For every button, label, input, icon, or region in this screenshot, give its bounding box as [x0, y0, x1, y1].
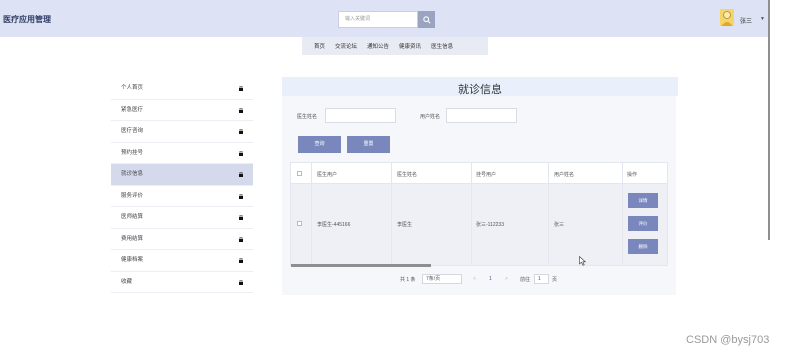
lock-icon — [239, 215, 243, 220]
sidebar-item-doctor-settlement[interactable]: 医师结算 — [111, 207, 253, 229]
nav-item-home[interactable]: 首页 — [314, 42, 325, 50]
sidebar: 个人首页 紧急医疗 医疗咨询 预约挂号 就诊信息 服务评价 医师结算 费用结算 … — [111, 78, 253, 293]
delete-button[interactable]: 删除 — [628, 239, 658, 254]
search-button[interactable] — [418, 11, 435, 28]
nav-item-doctor-info[interactable]: 医生信息 — [431, 42, 453, 50]
lock-icon — [239, 150, 243, 156]
review-button[interactable]: 评价 — [628, 216, 658, 231]
detail-button[interactable]: 详情 — [628, 193, 658, 208]
pager-goto-label: 前往 — [520, 277, 531, 283]
table-header: 医生用户 医生姓名 挂号用户 用户姓名 操作 — [290, 162, 668, 184]
pager-page-suffix: 页 — [552, 277, 558, 283]
pager-next[interactable]: > — [505, 276, 508, 282]
table-horizontal-scrollbar[interactable] — [291, 264, 431, 267]
sidebar-item-consultation[interactable]: 医疗咨询 — [111, 121, 253, 143]
reset-button[interactable]: 重置 — [347, 136, 390, 153]
sidebar-item-label: 费用结算 — [121, 235, 144, 242]
username[interactable]: 张三 — [740, 16, 752, 25]
lock-icon — [239, 279, 243, 285]
page-title: 就诊信息 — [458, 84, 502, 96]
sidebar-item-personal-home[interactable]: 个人首页 — [111, 78, 253, 100]
main-nav: 首页 交流论坛 通知公告 健康资讯 医生信息 — [302, 37, 488, 55]
pager-prev[interactable]: < — [473, 276, 476, 282]
lock-icon — [239, 172, 243, 177]
sidebar-item-label: 预约挂号 — [121, 149, 144, 156]
scrollbar[interactable] — [768, 0, 770, 240]
sidebar-item-label: 就诊信息 — [121, 171, 144, 177]
column-header: 医生姓名 — [397, 172, 418, 178]
user-name-label: 用户姓名 — [420, 114, 441, 120]
mouse-cursor-icon — [579, 256, 586, 266]
pager-total: 共 1 条 — [400, 277, 416, 283]
select-all-checkbox[interactable] — [297, 171, 302, 176]
cell-register-user: 张三-112233 — [476, 222, 504, 228]
sidebar-item-appointment[interactable]: 预约挂号 — [111, 143, 253, 164]
table-row: 李医生-445166 李医生 张三-112233 张三 详情 评价 删除 — [290, 184, 668, 266]
doctor-name-label: 医生姓名 — [297, 114, 318, 120]
sidebar-item-label: 收藏 — [121, 278, 133, 285]
column-header: 医生用户 — [317, 172, 338, 178]
column-header: 挂号用户 — [476, 172, 497, 178]
column-header: 用户姓名 — [554, 172, 575, 178]
sidebar-item-label: 紧急医疗 — [121, 106, 144, 113]
sidebar-item-label: 医疗咨询 — [121, 128, 144, 134]
app-title: 医疗应用管理 — [3, 15, 51, 24]
cell-doctor-name: 李医生 — [397, 222, 413, 228]
lock-icon — [239, 236, 243, 242]
lock-icon — [239, 107, 243, 113]
lock-icon — [239, 193, 243, 199]
visit-table: 医生用户 医生姓名 挂号用户 用户姓名 操作 李医生-445166 李医生 张三… — [290, 162, 668, 266]
avatar[interactable] — [720, 9, 734, 26]
sidebar-item-label: 服务评价 — [121, 192, 144, 199]
watermark: CSDN @bysj703 — [686, 334, 770, 346]
sidebar-item-emergency[interactable]: 紧急医疗 — [111, 100, 253, 121]
sidebar-item-health-record[interactable]: 健康档案 — [111, 250, 253, 272]
nav-item-notice[interactable]: 通知公告 — [367, 42, 389, 50]
pager-goto-input[interactable]: 1 — [534, 274, 549, 284]
pager-current[interactable]: 1 — [489, 276, 492, 282]
sidebar-item-service-review[interactable]: 服务评价 — [111, 186, 253, 207]
sidebar-item-visit-info[interactable]: 就诊信息 — [111, 164, 253, 186]
user-name-input[interactable] — [446, 108, 517, 123]
cell-doctor-user: 李医生-445166 — [317, 222, 351, 228]
row-checkbox[interactable] — [297, 221, 302, 226]
sidebar-item-label: 医师结算 — [121, 214, 144, 220]
lock-icon — [239, 86, 243, 91]
search-icon — [422, 15, 431, 24]
nav-item-forum[interactable]: 交流论坛 — [335, 42, 357, 50]
nav-item-health-news[interactable]: 健康资讯 — [399, 42, 421, 50]
sidebar-item-label: 健康档案 — [121, 257, 144, 263]
lock-icon — [239, 258, 243, 263]
sidebar-item-fee-settlement[interactable]: 费用结算 — [111, 229, 253, 250]
cell-user-name: 张三 — [554, 222, 565, 228]
column-header: 操作 — [627, 172, 638, 178]
page-size-select[interactable]: 7条/页 — [422, 274, 462, 284]
doctor-name-input[interactable] — [325, 108, 396, 123]
lock-icon — [239, 129, 243, 134]
search-input[interactable]: 输入关键词 — [338, 11, 418, 28]
chevron-down-icon[interactable]: ▼ — [760, 16, 765, 22]
sidebar-item-favorites[interactable]: 收藏 — [111, 272, 253, 293]
sidebar-item-label: 个人首页 — [121, 85, 144, 91]
query-button[interactable]: 查询 — [298, 136, 341, 153]
